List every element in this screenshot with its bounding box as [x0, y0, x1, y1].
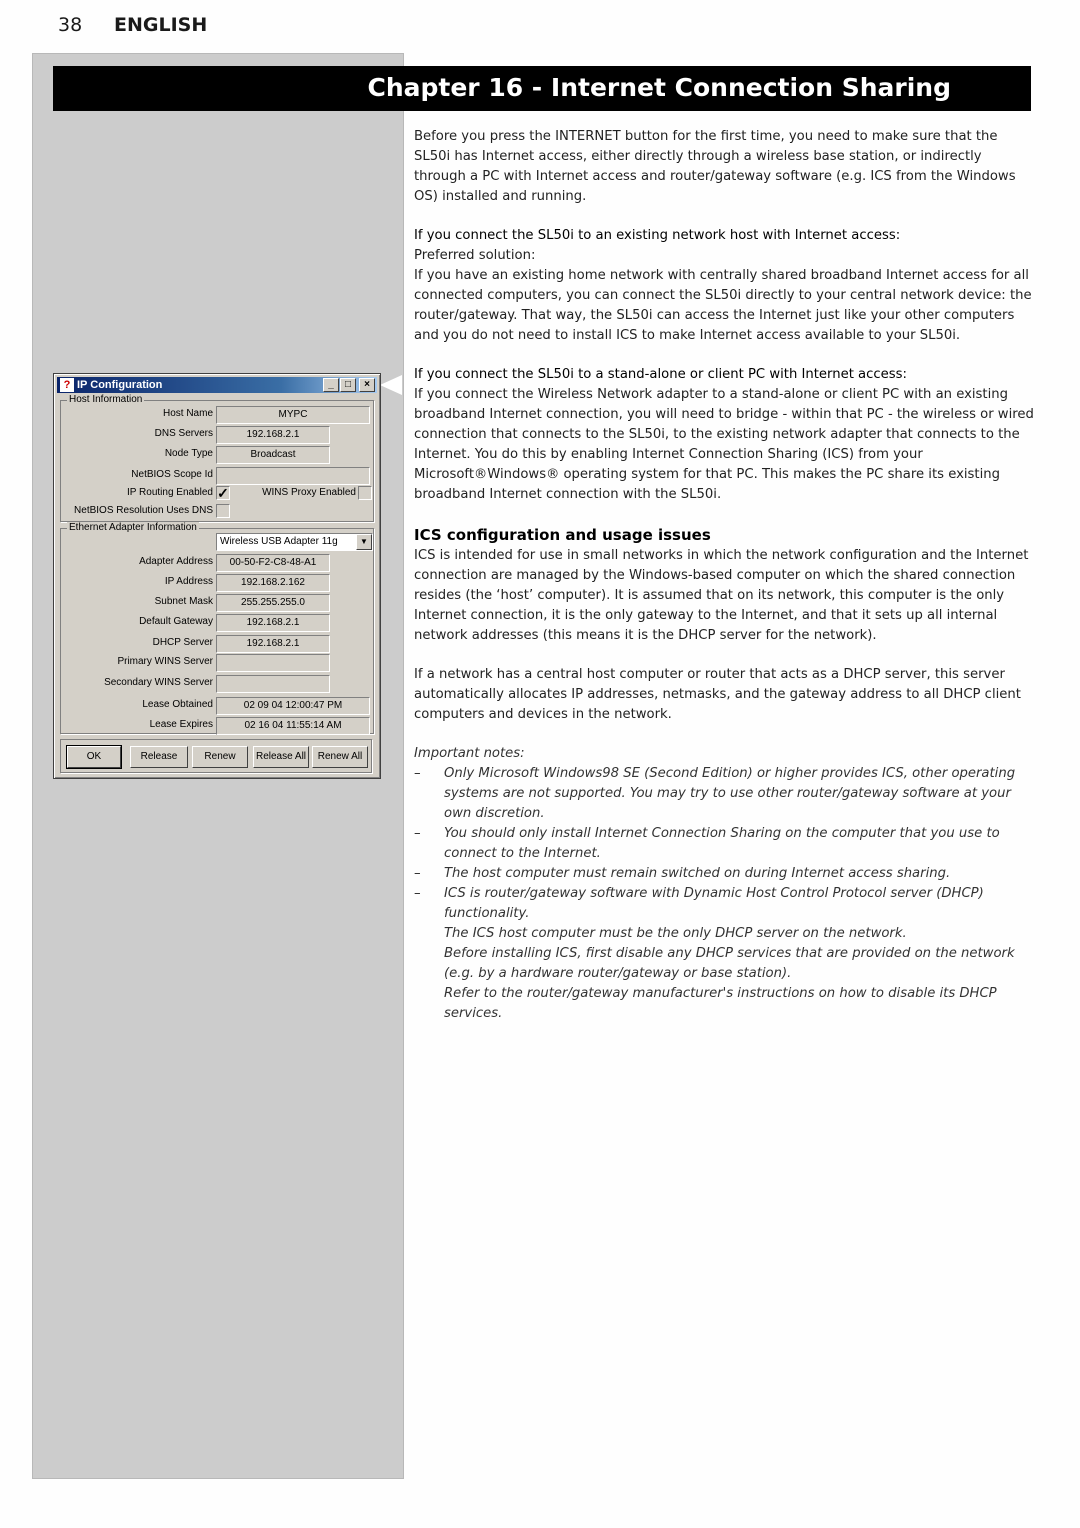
ics-heading: ICS configuration and usage issues [414, 526, 711, 544]
note-extra: Refer to the router/gateway manufacturer… [444, 986, 997, 1021]
subnet-mask-field: 255.255.255.0 [216, 594, 330, 612]
note-item: – The host computer must remain switched … [414, 866, 951, 881]
section-standalone-pc-body: If you connect the Wireless Network adap… [414, 387, 1034, 502]
ip-routing-checkbox[interactable]: ✓ [216, 486, 230, 500]
close-button[interactable]: × [359, 378, 375, 392]
section-network-host: If you connect the SL50i to an existing … [414, 226, 1036, 346]
adapter-address-field: 00-50-F2-C8-48-A1 [216, 554, 330, 572]
note-item: – You should only install Internet Connec… [414, 826, 1000, 861]
help-network-icon: ? [60, 378, 74, 392]
note-extra: Before installing ICS, first disable any… [444, 946, 1015, 981]
host-name-field: MYPC [216, 406, 370, 424]
dns-servers-label: DNS Servers [154, 428, 213, 439]
callout-pointer [380, 375, 402, 395]
lease-obtained-label: Lease Obtained [142, 699, 213, 710]
wins-proxy-label: WINS Proxy Enabled [262, 487, 356, 498]
netbios-scope-field [216, 467, 370, 485]
note-extra: The ICS host computer must be the only D… [444, 926, 907, 941]
important-notes-list: – Only Microsoft Windows98 SE (Second Edi… [414, 764, 1036, 1024]
release-all-button[interactable]: Release All [253, 746, 309, 768]
renew-button[interactable]: Renew [192, 746, 248, 768]
ip-address-field: 192.168.2.162 [216, 574, 330, 592]
dialog-button-bar: OK Release Renew Release All Renew All [60, 739, 372, 773]
primary-wins-label: Primary WINS Server [117, 656, 213, 667]
adapter-select-value: Wireless USB Adapter 11g [220, 536, 338, 547]
host-name-label: Host Name [162, 408, 213, 419]
secondary-wins-field [216, 675, 330, 693]
maximize-button[interactable]: □ [340, 378, 356, 392]
adapter-address-label: Adapter Address [139, 556, 213, 567]
primary-wins-field [216, 654, 330, 672]
adapter-information-group: Ethernet Adapter Information Wireless US… [60, 522, 374, 735]
wins-proxy-checkbox[interactable] [358, 486, 372, 500]
adapter-information-label: Ethernet Adapter Information [67, 522, 199, 533]
important-notes-label: Important notes: [414, 746, 525, 761]
subnet-mask-label: Subnet Mask [154, 596, 213, 607]
section-standalone-pc-lead: If you connect the SL50i to a stand-alon… [414, 367, 907, 382]
netbios-scope-label: NetBIOS Scope Id [131, 469, 213, 480]
chapter-banner: Chapter 16 - Internet Connection Sharing [53, 66, 1031, 111]
ics-paragraph-2: If a network has a central host computer… [414, 667, 1021, 722]
note-item: – ICS is router/gateway software with Dyn… [414, 884, 1036, 1024]
dhcp-server-label: DHCP Server [152, 637, 213, 648]
node-type-field: Broadcast [216, 446, 330, 464]
window-title: IP Configuration [77, 379, 163, 391]
lease-expires-label: Lease Expires [149, 719, 213, 730]
host-information-group: Host Information Host Name MYPC DNS Serv… [60, 394, 374, 522]
ok-button[interactable]: OK [66, 745, 122, 769]
default-gateway-label: Default Gateway [139, 616, 213, 627]
lease-expires-field: 02 16 04 11:55:14 AM [216, 717, 370, 735]
section-network-host-lead: If you connect the SL50i to an existing … [414, 228, 901, 243]
netbios-dns-label: NetBIOS Resolution Uses DNS [74, 505, 213, 516]
preferred-solution-label: Preferred solution: [414, 248, 536, 263]
secondary-wins-label: Secondary WINS Server [104, 677, 213, 688]
section-network-host-body: If you have an existing home network wit… [414, 268, 1032, 343]
page-header: 38 ENGLISH [58, 14, 207, 36]
lease-obtained-field: 02 09 04 12:00:47 PM [216, 697, 370, 715]
ip-routing-label: IP Routing Enabled [127, 487, 213, 498]
node-type-label: Node Type [164, 448, 213, 459]
chapter-title: Chapter 16 - Internet Connection Sharing [367, 73, 951, 102]
renew-all-button[interactable]: Renew All [312, 746, 368, 768]
main-content: Before you press the INTERNET button for… [414, 127, 1036, 1024]
chevron-down-icon[interactable]: ▼ [356, 534, 372, 550]
page-language: ENGLISH [114, 14, 208, 36]
section-standalone-pc: If you connect the SL50i to a stand-alon… [414, 365, 1036, 505]
note-item: – Only Microsoft Windows98 SE (Second Edi… [414, 766, 1016, 821]
host-information-label: Host Information [67, 394, 145, 405]
release-button[interactable]: Release [130, 746, 188, 768]
page-number: 38 [58, 14, 83, 36]
ics-paragraph-1: ICS is intended for use in small network… [414, 548, 1029, 643]
window-titlebar[interactable]: ? IP Configuration _ □ × [57, 377, 377, 393]
dns-servers-field: 192.168.2.1 [216, 426, 330, 444]
default-gateway-field: 192.168.2.1 [216, 614, 330, 632]
ip-configuration-window: ? IP Configuration _ □ × Host Informatio… [53, 373, 381, 779]
adapter-select[interactable]: Wireless USB Adapter 11g ▼ [216, 533, 373, 551]
intro-paragraph: Before you press the INTERNET button for… [414, 129, 1016, 204]
ip-address-label: IP Address [164, 576, 213, 587]
netbios-dns-checkbox[interactable] [216, 504, 230, 518]
minimize-button[interactable]: _ [323, 378, 339, 392]
dhcp-server-field: 192.168.2.1 [216, 635, 330, 653]
